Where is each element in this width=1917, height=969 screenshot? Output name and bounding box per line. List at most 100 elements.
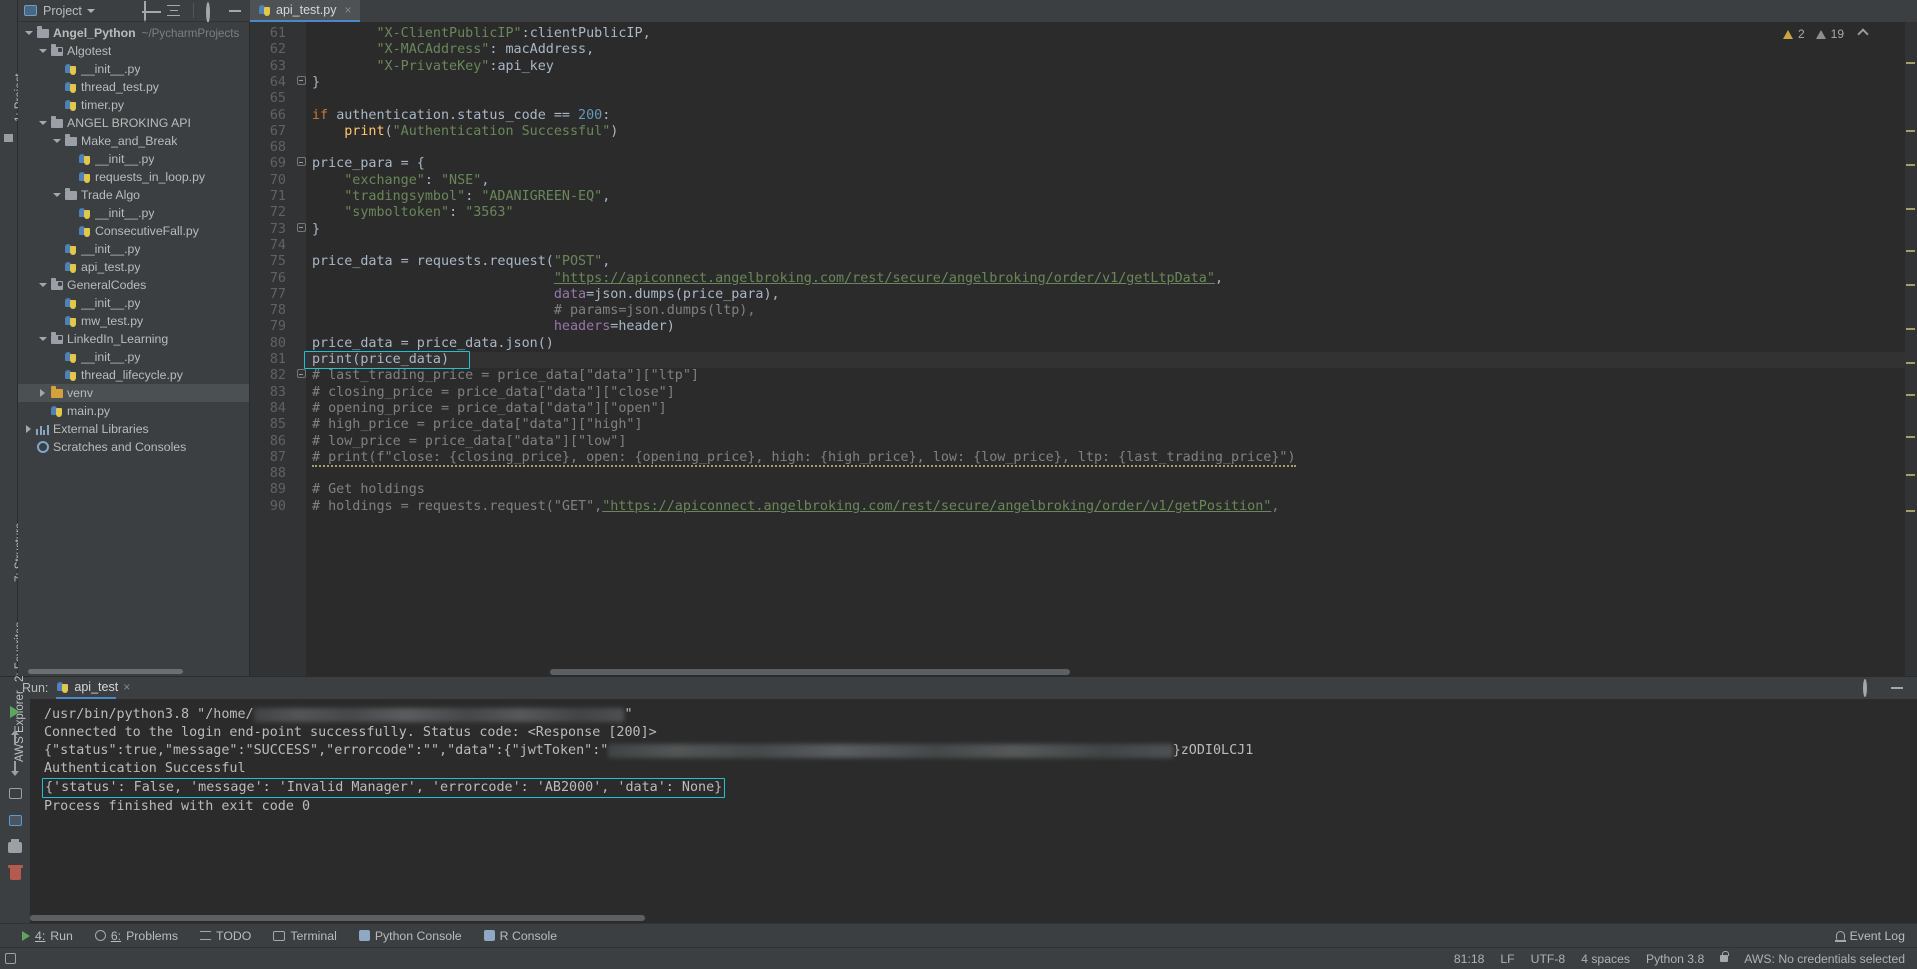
tree-node-linkedin-learning[interactable]: LinkedIn_Learning xyxy=(18,330,249,348)
chevron-down-icon[interactable] xyxy=(36,283,49,287)
tree-node-api-test-py[interactable]: api_test.py xyxy=(18,258,249,276)
code-line[interactable]: 71 "tradingsymbol": "ADANIGREEN-EQ", xyxy=(250,189,1917,205)
line-separator[interactable]: LF xyxy=(1500,952,1514,966)
bottom-tab-run[interactable]: 4: Run xyxy=(22,929,73,943)
code-line[interactable]: 62 "X-MACAddress": macAddress, xyxy=(250,42,1917,58)
code-line[interactable]: 70 "exchange": "NSE", xyxy=(250,173,1917,189)
code-line[interactable]: 90 # holdings = requests.request("GET","h… xyxy=(250,499,1917,515)
code-editor[interactable]: 61 "X-ClientPublicIP":clientPublicIP, 62 … xyxy=(250,22,1917,676)
chevron-down-icon[interactable] xyxy=(50,139,63,143)
tree-node-make-and-break[interactable]: Make_and_Break xyxy=(18,132,249,150)
hide-panel-icon[interactable] xyxy=(229,4,243,18)
tree-node-thread-lifecycle-py[interactable]: thread_lifecycle.py xyxy=(18,366,249,384)
code-line[interactable]: 65 xyxy=(250,91,1917,107)
code-text[interactable]: 61 "X-ClientPublicIP":clientPublicIP, 62 … xyxy=(250,22,1917,676)
code-fold-icon[interactable] xyxy=(296,156,306,172)
tree-node--init-py[interactable]: __init__.py xyxy=(18,60,249,78)
code-line[interactable]: 83 # closing_price = price_data["data"]["… xyxy=(250,385,1917,401)
editor-tab-api-test[interactable]: api_test.py × xyxy=(250,0,361,22)
code-line[interactable]: 84 # opening_price = price_data["data"]["… xyxy=(250,401,1917,417)
soft-wrap-icon[interactable] xyxy=(6,811,24,829)
stop-icon[interactable] xyxy=(6,784,24,802)
code-fold-icon[interactable] xyxy=(296,75,306,91)
chevron-down-icon[interactable] xyxy=(36,49,49,53)
python-interpreter[interactable]: Python 3.8 xyxy=(1646,952,1704,966)
status-bar-left-icon[interactable] xyxy=(0,953,20,964)
chevron-up-icon[interactable] xyxy=(1857,28,1869,40)
file-encoding[interactable]: UTF-8 xyxy=(1531,952,1566,966)
down-arrow-icon[interactable] xyxy=(6,757,24,776)
tree-node-external-libraries[interactable]: External Libraries xyxy=(18,420,249,438)
code-line[interactable]: 77 data=json.dumps(price_para), xyxy=(250,287,1917,303)
code-line[interactable]: 89 # Get holdings xyxy=(250,482,1917,498)
close-icon[interactable]: × xyxy=(123,680,130,694)
bottom-tab-todo[interactable]: TODO xyxy=(200,929,251,943)
close-icon[interactable]: × xyxy=(344,3,351,17)
tree-node--init-py[interactable]: __init__.py xyxy=(18,294,249,312)
code-line[interactable]: 76 "https://apiconnect.angelbroking.com/… xyxy=(250,271,1917,287)
bottom-tab-python-console[interactable]: Python Console xyxy=(358,929,462,943)
tree-node-timer-py[interactable]: timer.py xyxy=(18,96,249,114)
tree-node-trade-algo[interactable]: Trade Algo xyxy=(18,186,249,204)
bottom-tab-r-console[interactable]: R Console xyxy=(483,929,557,943)
tree-node-algotest[interactable]: Algotest xyxy=(18,42,249,60)
console-hscrollbar[interactable] xyxy=(30,915,645,921)
tree-node-angel-python[interactable]: Angel_Python ~/PycharmProjects xyxy=(18,24,249,42)
code-line[interactable]: 86 # low_price = price_data["data"]["low"… xyxy=(250,434,1917,450)
chevron-down-icon[interactable] xyxy=(36,121,49,125)
bottom-tab-terminal[interactable]: Terminal xyxy=(273,929,337,943)
code-line[interactable]: 63 "X-PrivateKey":api_key xyxy=(250,59,1917,75)
code-line[interactable]: 80 price_data = price_data.json() xyxy=(250,336,1917,352)
code-line[interactable]: 67 print("Authentication Successful") xyxy=(250,124,1917,140)
editor-hscrollbar[interactable] xyxy=(550,669,1070,675)
tree-node-requests-in-loop-py[interactable]: requests_in_loop.py xyxy=(18,168,249,186)
run-tab-api-test[interactable]: api_test × xyxy=(56,680,130,699)
chevron-right-icon[interactable] xyxy=(22,425,35,433)
tree-node-consecutivefall-py[interactable]: ConsecutiveFall.py xyxy=(18,222,249,240)
code-line[interactable]: 69 price_para = { xyxy=(250,156,1917,172)
tree-node-thread-test-py[interactable]: thread_test.py xyxy=(18,78,249,96)
tree-node-main-py[interactable]: main.py xyxy=(18,402,249,420)
crosshair-locate-icon[interactable] xyxy=(144,2,158,22)
tree-node-scratches-and-consoles[interactable]: Scratches and Consoles xyxy=(18,438,249,456)
aws-credentials[interactable]: AWS: No credentials selected xyxy=(1744,952,1905,966)
tool-window-aws-explorer[interactable]: AWS Explorer xyxy=(14,690,26,762)
code-line[interactable]: 85 # high_price = price_data["data"]["hig… xyxy=(250,417,1917,433)
tree-node--init-py[interactable]: __init__.py xyxy=(18,204,249,222)
code-line[interactable]: 78 # params=json.dumps(ltp), xyxy=(250,303,1917,319)
lock-icon[interactable] xyxy=(1720,951,1729,962)
hide-panel-icon[interactable] xyxy=(1891,681,1905,695)
tree-node--init-py[interactable]: __init__.py xyxy=(18,150,249,168)
chevron-down-icon[interactable] xyxy=(36,337,49,341)
inspection-summary[interactable]: 2 19 xyxy=(1782,27,1869,41)
collapse-all-icon[interactable] xyxy=(167,4,181,18)
code-line[interactable]: 81 print(price_data) xyxy=(250,352,1917,368)
code-line[interactable]: 74 xyxy=(250,238,1917,254)
code-fold-icon[interactable] xyxy=(296,368,306,384)
project-tree-hscrollbar[interactable] xyxy=(28,669,183,674)
code-line[interactable]: 64} xyxy=(250,75,1917,91)
code-line[interactable]: 87 # print(f"close: {closing_price}, open… xyxy=(250,449,1917,467)
code-line[interactable]: 66 if authentication.status_code == 200: xyxy=(250,108,1917,124)
bottom-tab-problems[interactable]: 6: Problems xyxy=(94,929,178,943)
code-line[interactable]: 88 xyxy=(250,466,1917,482)
code-line[interactable]: 73} xyxy=(250,222,1917,238)
chevron-down-icon[interactable] xyxy=(50,193,63,197)
print-icon[interactable] xyxy=(6,838,24,856)
run-console-output[interactable]: /usr/bin/python3.8 "/home/ " Connected to… xyxy=(30,699,1917,923)
code-line[interactable]: 61 "X-ClientPublicIP":clientPublicIP, xyxy=(250,26,1917,42)
code-line[interactable]: 75 price_data = requests.request("POST", xyxy=(250,254,1917,270)
settings-gear-icon[interactable] xyxy=(206,1,220,23)
clear-all-icon[interactable] xyxy=(6,865,24,883)
caret-position[interactable]: 81:18 xyxy=(1454,952,1485,966)
chevron-down-icon[interactable] xyxy=(22,31,35,35)
code-line[interactable]: 72 "symboltoken": "3563" xyxy=(250,205,1917,221)
tree-node--init-py[interactable]: __init__.py xyxy=(18,240,249,258)
tree-node-venv[interactable]: venv xyxy=(18,384,249,402)
code-line[interactable]: 82 # last_trading_price = price_data["dat… xyxy=(250,368,1917,384)
chevron-down-icon[interactable] xyxy=(86,8,95,13)
code-fold-icon[interactable] xyxy=(296,222,306,238)
tree-node--init-py[interactable]: __init__.py xyxy=(18,348,249,366)
event-log-button[interactable]: Event Log xyxy=(1834,929,1917,943)
tree-node-angel-broking-api[interactable]: ANGEL BROKING API xyxy=(18,114,249,132)
